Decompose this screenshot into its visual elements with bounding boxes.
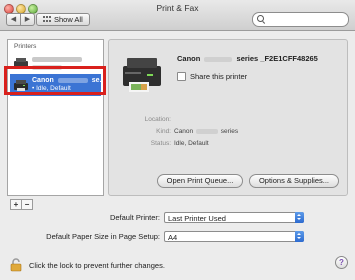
share-printer-label: Share this printer <box>190 72 248 81</box>
navigation-buttons: ◀ ▶ <box>6 13 35 26</box>
status-label: Status: <box>150 140 171 147</box>
paper-size-value: A4 <box>168 233 178 242</box>
printer-list-header: Printers <box>14 43 37 50</box>
add-printer-button[interactable]: + <box>10 199 22 210</box>
printer-detail-pane: Canon series _F2E1CFF48265 Share this pr… <box>108 39 348 196</box>
select-arrows-icon <box>295 212 304 223</box>
show-all-label: Show All <box>54 15 83 24</box>
list-controls: + − <box>10 199 33 210</box>
kind-value: Canon series <box>174 128 239 135</box>
redacted-text <box>32 57 82 62</box>
grid-icon <box>43 16 51 23</box>
paper-size-label: Default Paper Size in Page Setup: <box>46 232 160 241</box>
printer-title: Canon series _F2E1CFF48265 <box>177 54 318 63</box>
default-printer-label: Default Printer: <box>109 213 160 222</box>
kind-row: Kind: Canon series <box>109 128 347 138</box>
forward-button[interactable]: ▶ <box>20 14 34 25</box>
kind-label: Kind: <box>156 128 171 135</box>
checkbox[interactable] <box>177 72 186 81</box>
status-row: Status: Idle, Default <box>109 140 347 150</box>
redacted-text <box>195 128 218 134</box>
window-titlebar: Print & Fax ◀ ▶ Show All <box>0 0 355 31</box>
paper-size-select[interactable]: A4 <box>164 231 304 242</box>
redacted-text <box>204 56 233 62</box>
default-printer-value: Last Printer Used <box>168 214 226 223</box>
share-printer-checkbox[interactable]: Share this printer <box>177 72 247 81</box>
location-label: Location: <box>144 116 171 123</box>
open-print-queue-button[interactable]: Open Print Queue... <box>157 174 243 188</box>
remove-printer-button[interactable]: − <box>22 199 33 210</box>
location-row: Location: <box>109 116 347 126</box>
default-printer-select[interactable]: Last Printer Used <box>164 212 304 223</box>
printer-list: Printers Canon se... • Idle, Default <box>7 39 105 196</box>
highlight-box <box>4 66 106 95</box>
lock-message: Click the lock to prevent further change… <box>29 261 165 270</box>
select-arrows-icon <box>295 231 304 242</box>
back-button[interactable]: ◀ <box>7 14 20 25</box>
search-field[interactable] <box>252 12 349 27</box>
help-button[interactable]: ? <box>335 256 348 269</box>
show-all-button[interactable]: Show All <box>36 13 90 26</box>
options-supplies-button[interactable]: Options & Supplies... <box>249 174 339 188</box>
lock-icon[interactable] <box>10 258 22 272</box>
status-value: Idle, Default <box>174 140 209 147</box>
printer-icon <box>123 58 161 92</box>
search-icon <box>257 15 264 22</box>
